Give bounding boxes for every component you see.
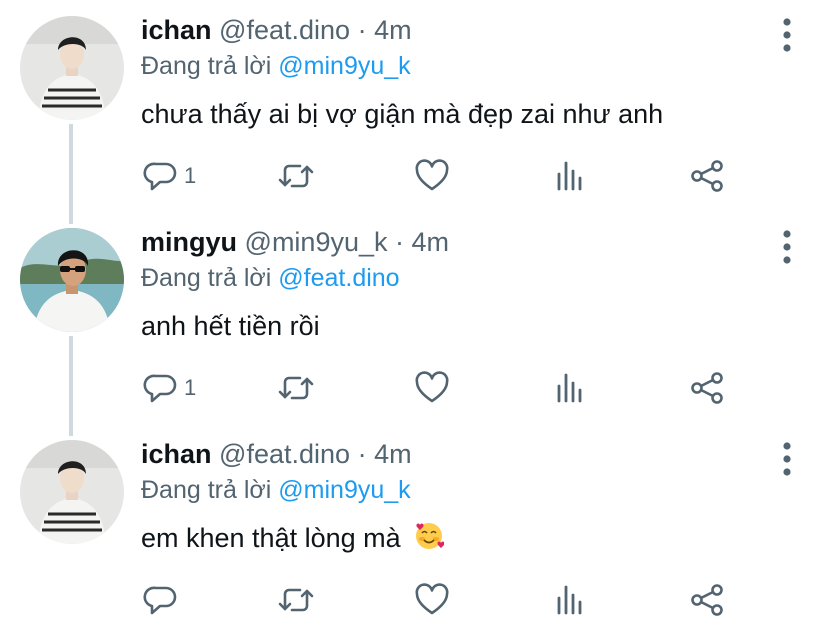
replying-to: Đang trả lời @feat.dino	[141, 261, 400, 295]
retweet-button[interactable]	[276, 156, 316, 196]
mention-link[interactable]: @feat.dino	[278, 264, 399, 292]
tweet-text-content: em khen thật lòng mà	[141, 523, 401, 553]
display-name[interactable]: ichan	[141, 15, 212, 45]
mention-link[interactable]: @min9yu_k	[278, 52, 410, 80]
share-button[interactable]	[689, 368, 725, 408]
tweet[interactable]: ichan @feat.dino · 4m Đang trả lời @min9…	[0, 0, 828, 212]
stats-icon	[557, 161, 582, 191]
reply-button[interactable]: 1	[142, 368, 196, 408]
timestamp[interactable]: 4m	[412, 227, 450, 257]
share-icon	[691, 584, 723, 616]
reply-button[interactable]	[142, 580, 184, 620]
user-handle[interactable]: @feat.dino	[219, 15, 350, 45]
share-icon	[691, 160, 723, 192]
action-bar: 1	[0, 156, 828, 196]
separator-dot: ·	[357, 439, 367, 469]
retweet-icon	[278, 376, 314, 400]
more-icon[interactable]	[774, 229, 800, 265]
replying-to: Đang trả lời @min9yu_k	[141, 49, 411, 83]
mention-link[interactable]: @min9yu_k	[278, 476, 410, 504]
retweet-icon	[278, 164, 314, 188]
stats-icon	[557, 373, 582, 403]
avatar[interactable]	[20, 16, 124, 120]
separator-dot: ·	[395, 227, 405, 257]
stats-button[interactable]	[553, 580, 587, 620]
replying-to: Đang trả lời @min9yu_k	[141, 473, 411, 507]
replying-to-label: Đang trả lời	[141, 476, 272, 504]
reply-count: 1	[184, 163, 197, 188]
replying-to-label: Đang trả lời	[141, 264, 272, 292]
user-handle[interactable]: @min9yu_k	[245, 227, 388, 257]
replying-to-label: Đang trả lời	[141, 52, 272, 80]
avatar[interactable]	[20, 440, 124, 544]
timestamp[interactable]: 4m	[374, 439, 412, 469]
share-icon	[691, 372, 723, 404]
reply-count: 1	[184, 375, 197, 400]
share-button[interactable]	[689, 156, 725, 196]
like-button[interactable]	[414, 156, 450, 196]
like-button[interactable]	[414, 368, 450, 408]
tweet-header: mingyu @min9yu_k · 4m	[141, 224, 449, 260]
avatar[interactable]	[20, 228, 124, 332]
tweet-text: chưa thấy ai bị vợ giận mà đẹp zai như a…	[141, 99, 664, 129]
like-button[interactable]	[414, 580, 450, 620]
tweet[interactable]: ichan @feat.dino · 4m Đang trả lời @min9…	[0, 424, 828, 636]
tweet-header: ichan @feat.dino · 4m	[141, 12, 412, 48]
retweet-button[interactable]	[276, 580, 316, 620]
more-icon[interactable]	[774, 441, 800, 477]
display-name[interactable]: mingyu	[141, 227, 237, 257]
stats-icon	[557, 585, 582, 615]
share-button[interactable]	[689, 580, 725, 620]
more-icon[interactable]	[774, 17, 800, 53]
like-icon	[415, 159, 449, 191]
reply-icon	[143, 374, 177, 403]
action-bar	[0, 580, 828, 620]
retweet-icon	[278, 588, 314, 612]
reply-icon	[143, 586, 177, 615]
smiling-face-with-hearts-emoji	[416, 523, 445, 549]
retweet-button[interactable]	[276, 368, 316, 408]
timestamp[interactable]: 4m	[374, 15, 412, 45]
tweet-text: em khen thật lòng mà	[141, 520, 445, 556]
like-icon	[415, 371, 449, 403]
user-handle[interactable]: @feat.dino	[219, 439, 350, 469]
reply-button[interactable]: 1	[142, 156, 196, 196]
like-icon	[415, 583, 449, 615]
stats-button[interactable]	[553, 156, 587, 196]
action-bar: 1	[0, 368, 828, 408]
tweet[interactable]: mingyu @min9yu_k · 4m Đang trả lời @feat…	[0, 212, 828, 424]
separator-dot: ·	[357, 15, 367, 45]
tweet-header: ichan @feat.dino · 4m	[141, 436, 412, 472]
display-name[interactable]: ichan	[141, 439, 212, 469]
reply-icon	[143, 162, 177, 191]
tweet-text: anh hết tiền rồi	[141, 311, 320, 341]
stats-button[interactable]	[553, 368, 587, 408]
